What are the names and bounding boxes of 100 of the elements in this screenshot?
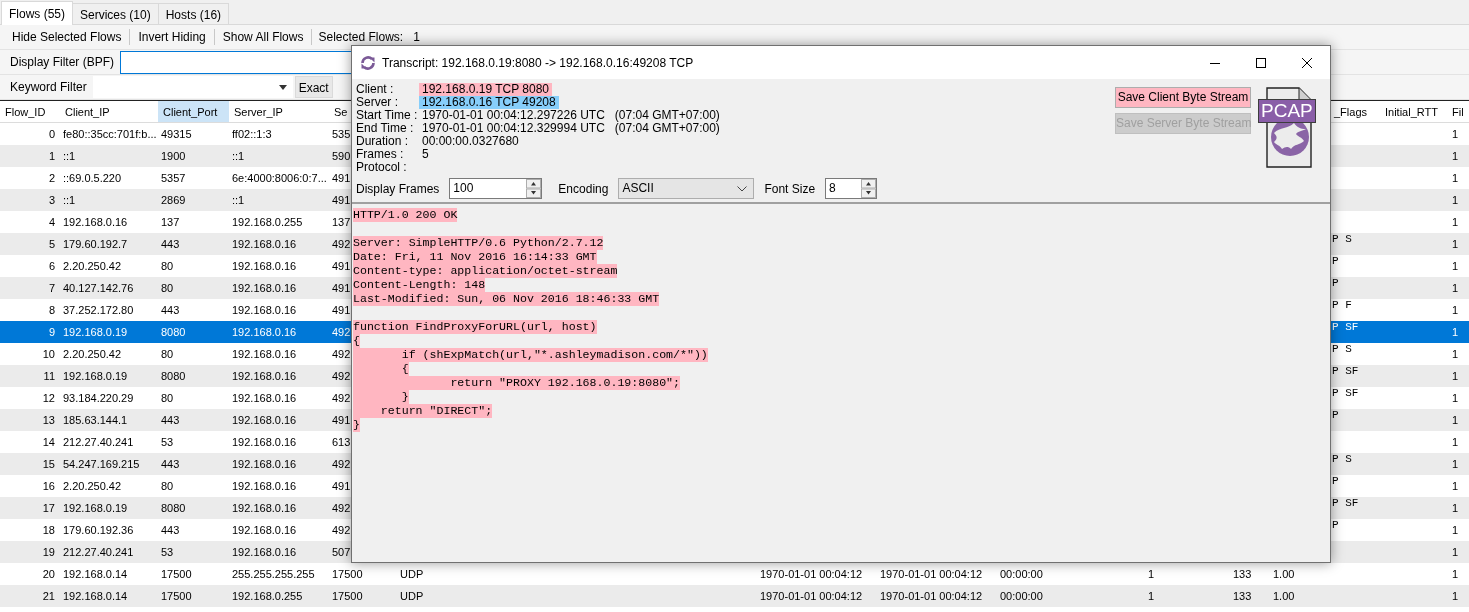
table-cell: 6 <box>48 260 55 272</box>
table-cell: 192.168.0.255 <box>232 590 303 602</box>
table-cell: 192.168.0.16 <box>63 216 128 228</box>
table-cell: 2.20.250.42 <box>63 480 122 492</box>
table-cell: ::1 <box>232 150 245 162</box>
table-cell: 1970-01-01 00:04:12 <box>880 568 983 580</box>
table-cell: 491 <box>332 282 351 294</box>
table-cell: 1 <box>1452 216 1459 228</box>
table-cell: 507 <box>332 546 351 558</box>
table-cell: 133 <box>1233 568 1252 580</box>
table-cell: P S <box>1332 453 1352 465</box>
table-cell: 12 <box>42 392 55 404</box>
table-cell: 492 <box>332 238 351 250</box>
field-value: 192.168.0.19 TCP 8080 <box>419 83 552 96</box>
table-cell: 17500 <box>332 568 363 580</box>
field-label: Duration : <box>356 135 409 148</box>
field-label: Start Time : <box>356 109 418 122</box>
table-cell: 212.27.40.241 <box>63 436 134 448</box>
field-value: 192.168.0.16 TCP 49208 <box>419 96 559 109</box>
table-cell: 1970-01-01 00:04:12 <box>760 568 863 580</box>
table-cell: P SF <box>1332 497 1359 509</box>
table-cell: 492 <box>332 392 351 404</box>
table-cell: 6e:4000:8006:0:7... <box>232 172 327 184</box>
table-cell: P <box>1332 255 1339 267</box>
table-cell: 80 <box>161 348 174 360</box>
control-label: Encoding <box>558 181 609 196</box>
selected-count: 1 <box>412 30 420 44</box>
table-cell: P SF <box>1332 321 1359 333</box>
table-cell: 133 <box>1233 590 1252 602</box>
field-label: Server : <box>356 96 398 109</box>
table-cell: 37.252.172.80 <box>63 304 134 316</box>
selected-count-label: Selected Flows: <box>317 30 405 44</box>
table-cell: UDP <box>400 568 424 580</box>
table-cell: 192.168.0.14 <box>63 568 128 580</box>
table-cell: 192.168.0.16 <box>232 502 297 514</box>
field-note: (07:04 GMT+07:00) <box>614 122 720 135</box>
field-value: 5 <box>422 148 429 161</box>
table-cell: 1 <box>1148 590 1155 602</box>
table-cell: 3 <box>48 194 55 206</box>
table-cell: 443 <box>161 304 180 316</box>
table-cell: 1 <box>1452 502 1459 514</box>
table-cell: 492 <box>332 458 351 470</box>
table-cell: 1 <box>1452 348 1459 360</box>
table-cell: 2 <box>48 172 55 184</box>
table-cell: 2869 <box>161 194 186 206</box>
table-cell: P S <box>1332 233 1352 245</box>
table-cell: 1 <box>1452 392 1459 404</box>
table-cell: 491 <box>332 304 351 316</box>
table-cell: 19 <box>42 546 55 558</box>
table-cell: 192.168.0.16 <box>232 326 297 338</box>
table-cell: 17500 <box>161 568 192 580</box>
table-cell: 192.168.0.255 <box>232 216 303 228</box>
table-cell: 1 <box>1452 524 1459 536</box>
table-cell: 49315 <box>161 128 192 140</box>
table-cell: 192.168.0.19 <box>63 326 128 338</box>
table-cell: 1 <box>1148 568 1155 580</box>
table-cell: 2.20.250.42 <box>63 348 122 360</box>
table-cell: 1 <box>1452 194 1459 206</box>
table-cell: ::1 <box>232 194 245 206</box>
table-cell: 1 <box>1452 568 1459 580</box>
table-cell: P S <box>1332 343 1352 355</box>
table-cell: 4 <box>48 216 55 228</box>
table-cell: ::1 <box>63 194 76 206</box>
table-cell: 137 <box>161 216 180 228</box>
table-cell: 192.168.0.16 <box>232 260 297 272</box>
table-cell: 491 <box>332 414 351 426</box>
table-cell: 1 <box>1452 172 1459 184</box>
table-cell: 1 <box>1452 282 1459 294</box>
table-cell: 443 <box>161 238 180 250</box>
table-cell: 1900 <box>161 150 186 162</box>
table-cell: 1 <box>1452 546 1459 558</box>
control-label: Display Frames <box>356 181 440 196</box>
table-cell: 1 <box>1452 414 1459 426</box>
table-cell: 443 <box>161 524 180 536</box>
field-value: 1970-01-01 00:04:12.329994 UTC <box>422 122 605 135</box>
table-cell: 5 <box>48 238 55 250</box>
table-cell: 1 <box>1452 436 1459 448</box>
table-cell: 137 <box>332 216 351 228</box>
table-cell: 17500 <box>161 590 192 602</box>
table-cell: ::1 <box>63 150 76 162</box>
field-value: 00:00:00.0327680 <box>422 135 519 148</box>
table-cell: 1970-01-01 00:04:12 <box>760 590 863 602</box>
table-cell: 8080 <box>161 370 186 382</box>
table-cell: 192.168.0.14 <box>63 590 128 602</box>
table-cell: 2.20.250.42 <box>63 260 122 272</box>
table-cell: 40.127.142.76 <box>63 282 134 294</box>
table-cell: 192.168.0.16 <box>232 370 297 382</box>
table-cell: 185.63.144.1 <box>63 414 128 426</box>
table-cell: 0 <box>48 128 55 140</box>
window-title: Transcript: 192.168.0.19:8080 -> 192.168.0.16:49208 TCP <box>382 55 695 70</box>
table-cell: 53 <box>161 436 174 448</box>
table-cell: 17 <box>42 502 55 514</box>
table-cell: 212.27.40.241 <box>63 546 134 558</box>
table-cell: 80 <box>161 260 174 272</box>
table-cell: 8080 <box>161 326 186 338</box>
table-cell: 1 <box>1452 480 1459 492</box>
table-cell: 492 <box>332 502 351 514</box>
table-cell: P SF <box>1332 387 1359 399</box>
control-label: Font Size <box>764 181 816 196</box>
table-cell: 00:00:00 <box>1000 590 1043 602</box>
